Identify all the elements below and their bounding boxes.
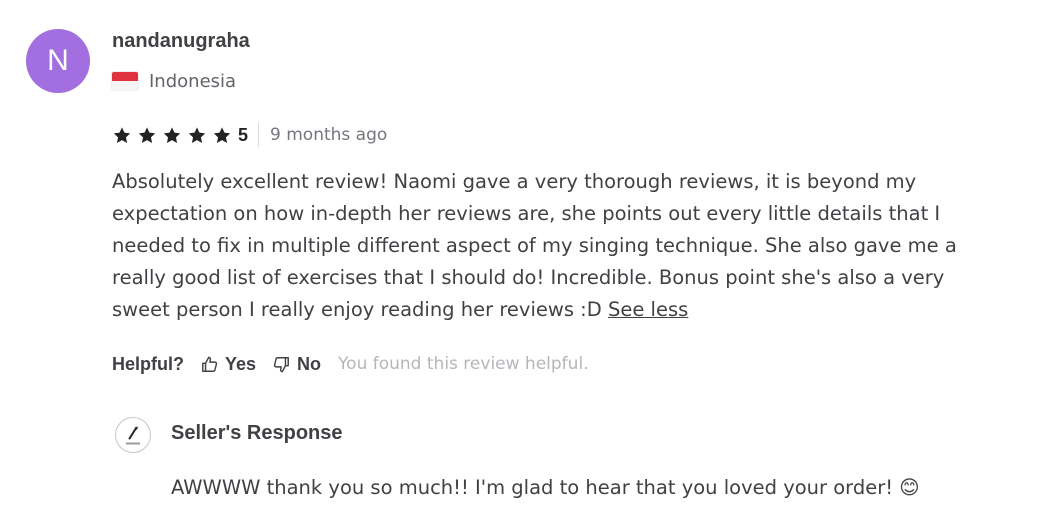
review-body: Absolutely excellent review! Naomi gave … [112, 166, 992, 326]
helpful-yes-button[interactable]: Yes [200, 354, 256, 375]
seller-logo-icon[interactable] [115, 417, 151, 453]
helpful-label: Helpful? [112, 353, 184, 374]
helpful-row: Helpful? Yes No You found this review he… [112, 350, 589, 378]
star-icon [138, 126, 156, 143]
star-icon [163, 126, 181, 143]
reviewer-country: Indonesia [112, 68, 236, 94]
rating-divider [258, 123, 260, 147]
avatar[interactable]: N [26, 29, 90, 93]
star-icon [113, 126, 131, 143]
helpful-no-button[interactable]: No [272, 354, 321, 375]
reviewer-username[interactable]: nandanugraha [112, 28, 250, 54]
thumbs-down-icon [273, 356, 289, 372]
thumbs-up-icon [202, 356, 218, 372]
indonesia-flag-icon [112, 72, 138, 90]
star-icon [213, 126, 231, 143]
rating-value: 5 [238, 124, 249, 145]
helpful-confirmation: You found this review helpful. [338, 354, 589, 374]
yes-label: Yes [225, 353, 257, 374]
country-name: Indonesia [149, 70, 237, 92]
see-less-link[interactable]: See less [608, 298, 688, 321]
star-rating [112, 126, 237, 145]
seller-response-text: AWWWW thank you so much!! I'm glad to he… [171, 476, 920, 499]
review-text: Absolutely excellent review! Naomi gave … [112, 170, 957, 321]
review-timestamp: 9 months ago [270, 125, 388, 145]
review-card: N nandanugraha Indonesia 5 9 months ago … [0, 0, 1061, 509]
avatar-initial: N [47, 44, 69, 77]
seller-response-title: Seller's Response [171, 422, 343, 444]
star-icon [188, 126, 206, 143]
rating-row: 5 9 months ago [112, 122, 387, 148]
no-label: No [297, 353, 322, 374]
